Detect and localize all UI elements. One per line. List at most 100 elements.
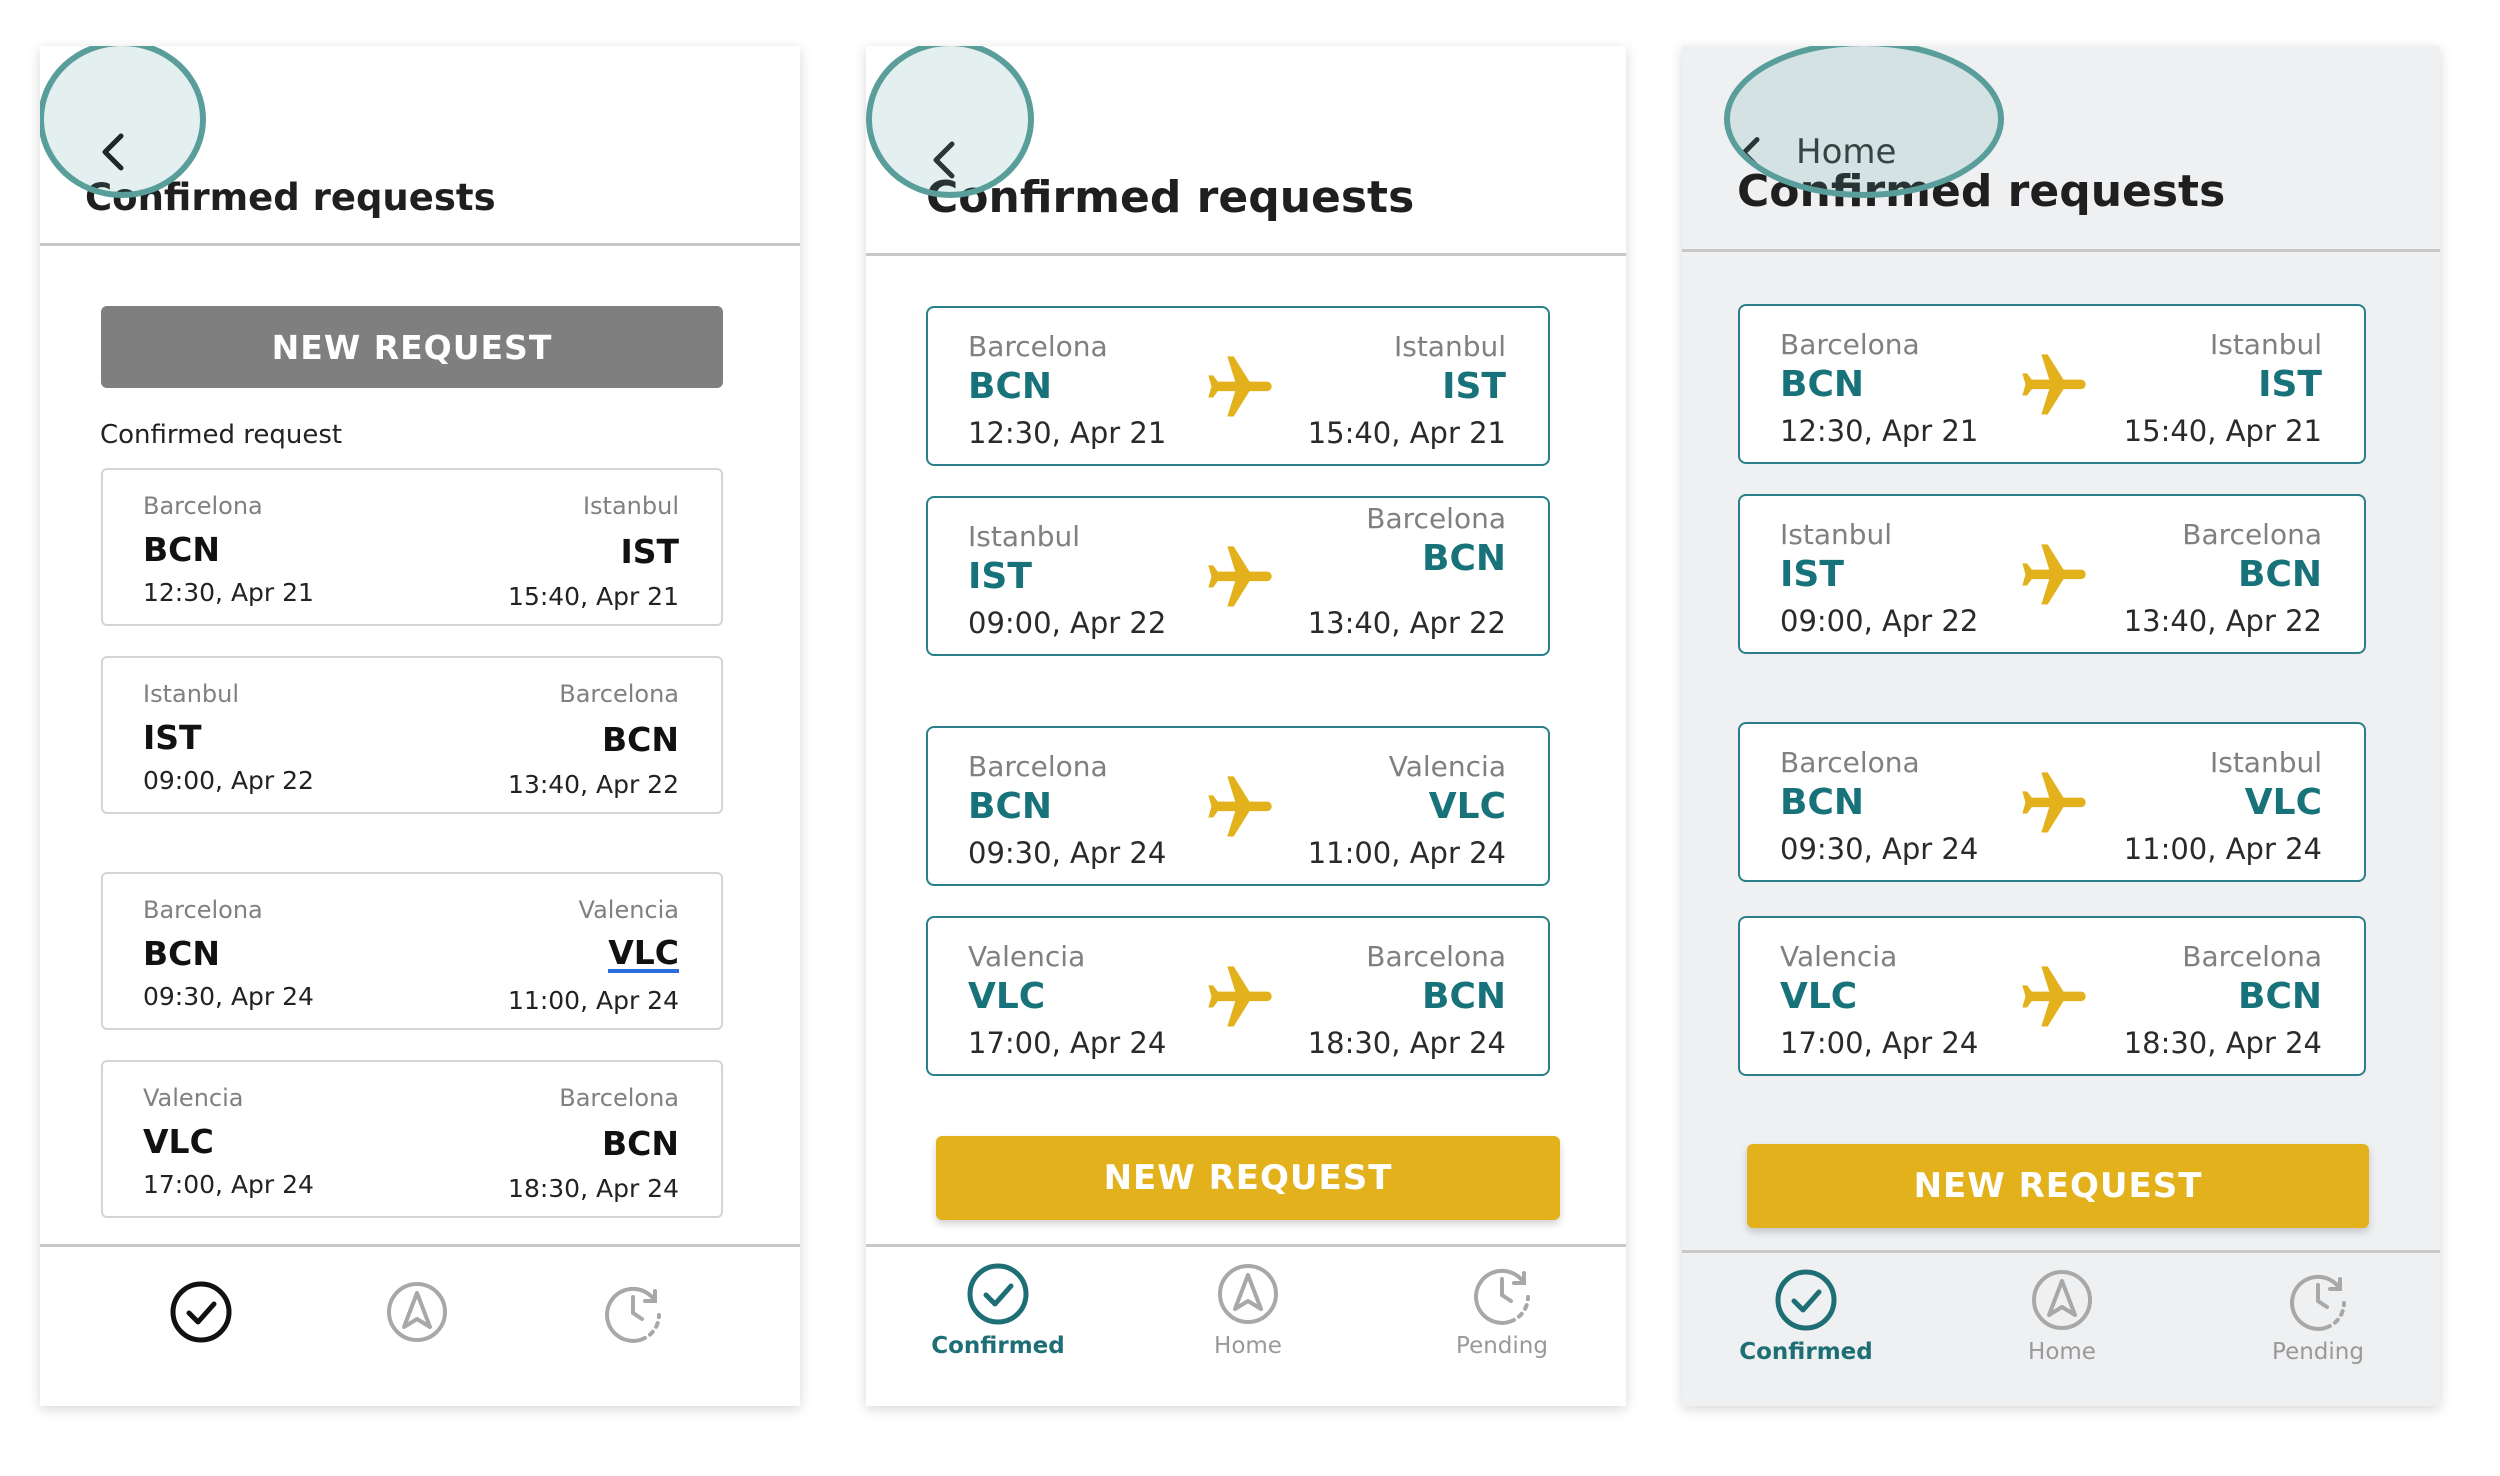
- depart-time: 09:00, Apr 22: [968, 606, 1167, 640]
- tab-home[interactable]: Home: [1148, 1261, 1348, 1359]
- tab-confirmed[interactable]: Confirmed: [898, 1261, 1098, 1359]
- depart-time: 09:30, Apr 24: [968, 836, 1167, 870]
- from-city: Barcelona: [143, 492, 263, 520]
- from-code: BCN: [1780, 364, 1864, 405]
- arrive-time: 18:30, Apr 24: [1307, 1026, 1506, 1060]
- flight-card[interactable]: Valencia VLC 17:00, Apr 24 Barcelona BCN…: [101, 1060, 723, 1218]
- screen-v2: Confirmed requests Barcelona BCN 12:30, …: [866, 46, 1626, 1406]
- depart-time: 09:30, Apr 24: [1780, 832, 1979, 866]
- tab-bar: Confirmed Home Pending: [1682, 1250, 2440, 1406]
- to-city: Barcelona: [2182, 518, 2322, 551]
- to-city: Istanbul: [2209, 328, 2322, 361]
- tab-pending[interactable]: [533, 1279, 733, 1345]
- from-code: VLC: [1780, 976, 1858, 1017]
- arrive-time: 13:40, Apr 22: [2123, 604, 2322, 638]
- new-request-button[interactable]: NEW REQUEST: [936, 1136, 1560, 1220]
- from-code: BCN: [143, 934, 220, 973]
- from-code: IST: [968, 556, 1032, 597]
- compass-icon: [2032, 1270, 2092, 1330]
- depart-time: 09:00, Apr 22: [1780, 604, 1979, 638]
- depart-time: 09:30, Apr 24: [143, 982, 314, 1011]
- screen-v3: Home Confirmed requests Barcelona BCN 12…: [1682, 46, 2440, 1406]
- chevron-left-icon[interactable]: [85, 122, 145, 182]
- tab-pending[interactable]: Pending: [1402, 1261, 1602, 1359]
- check-circle-icon: [1775, 1269, 1837, 1331]
- flight-card[interactable]: Valencia VLC 17:00, Apr 24 Barcelona BCN…: [926, 916, 1550, 1076]
- to-code: IST: [620, 532, 679, 571]
- to-code: BCN: [1422, 538, 1506, 579]
- new-request-button[interactable]: NEW REQUEST: [101, 306, 723, 388]
- arrive-time: 11:00, Apr 24: [1307, 836, 1506, 870]
- to-city: Barcelona: [2182, 940, 2322, 973]
- tab-bar: [40, 1244, 800, 1406]
- depart-time: 17:00, Apr 24: [968, 1026, 1167, 1060]
- tab-home[interactable]: Home: [1962, 1267, 2162, 1365]
- tab-pending-label: Pending: [2272, 1339, 2364, 1365]
- tab-pending-label: Pending: [1456, 1333, 1548, 1359]
- to-code: VLC: [1428, 786, 1506, 827]
- to-city: Barcelona: [559, 1084, 679, 1112]
- app-header: Confirmed requests: [40, 46, 800, 246]
- from-code: IST: [143, 718, 202, 757]
- to-city: Barcelona: [1366, 502, 1506, 535]
- depart-time: 17:00, Apr 24: [1780, 1026, 1979, 1060]
- to-code: BCN: [2238, 976, 2322, 1017]
- from-code: VLC: [143, 1122, 214, 1161]
- to-city: Istanbul: [1393, 330, 1506, 363]
- flight-card[interactable]: Barcelona BCN 12:30, Apr 21 Istanbul IST…: [926, 306, 1550, 466]
- from-city: Barcelona: [143, 896, 263, 924]
- from-city: Barcelona: [1780, 328, 1920, 361]
- check-circle-icon: [170, 1281, 232, 1343]
- page-title: Confirmed requests: [1737, 166, 2226, 217]
- tab-confirmed[interactable]: [101, 1279, 301, 1345]
- to-code: VLC: [608, 933, 679, 973]
- section-label: Confirmed request: [100, 420, 343, 450]
- to-city: Valencia: [578, 896, 679, 924]
- flight-card[interactable]: Barcelona BCN 09:30, Apr 24 Valencia VLC…: [101, 872, 723, 1030]
- tab-home[interactable]: [317, 1279, 517, 1345]
- arrive-time: 18:30, Apr 24: [2123, 1026, 2322, 1060]
- tab-confirmed-label: Confirmed: [1739, 1339, 1873, 1365]
- flight-card[interactable]: Barcelona BCN 09:30, Apr 24 Istanbul VLC…: [1738, 722, 2366, 882]
- depart-time: 12:30, Apr 21: [968, 416, 1167, 450]
- arrive-time: 15:40, Apr 21: [1307, 416, 1506, 450]
- flight-card[interactable]: Valencia VLC 17:00, Apr 24 Barcelona BCN…: [1738, 916, 2366, 1076]
- airplane-icon: [1202, 540, 1278, 616]
- new-request-button[interactable]: NEW REQUEST: [1747, 1144, 2369, 1228]
- to-code: VLC: [2244, 782, 2322, 823]
- from-city: Barcelona: [1780, 746, 1920, 779]
- from-code: BCN: [1780, 782, 1864, 823]
- to-code: BCN: [602, 1124, 679, 1163]
- from-code: VLC: [968, 976, 1046, 1017]
- depart-time: 12:30, Apr 21: [1780, 414, 1979, 448]
- from-city: Barcelona: [968, 330, 1108, 363]
- to-city: Istanbul: [2209, 746, 2322, 779]
- flight-card[interactable]: Istanbul IST 09:00, Apr 22 Barcelona BCN…: [1738, 494, 2366, 654]
- from-city: Istanbul: [968, 520, 1081, 553]
- to-code: IST: [2258, 364, 2322, 405]
- from-code: BCN: [968, 786, 1052, 827]
- clock-refresh-icon: [605, 1286, 661, 1343]
- flight-card[interactable]: Barcelona BCN 12:30, Apr 21 Istanbul IST…: [101, 468, 723, 626]
- from-code: BCN: [968, 366, 1052, 407]
- tab-confirmed[interactable]: Confirmed: [1706, 1267, 1906, 1365]
- clock-refresh-icon: [1474, 1268, 1530, 1325]
- airplane-icon: [1202, 350, 1278, 426]
- flight-card[interactable]: Barcelona BCN 12:30, Apr 21 Istanbul IST…: [1738, 304, 2366, 464]
- arrive-time: 11:00, Apr 24: [508, 986, 679, 1015]
- page-title: Confirmed requests: [85, 176, 496, 219]
- arrive-time: 13:40, Apr 22: [508, 770, 679, 799]
- app-header: Confirmed requests: [866, 46, 1626, 256]
- flight-card[interactable]: Barcelona BCN 09:30, Apr 24 Valencia VLC…: [926, 726, 1550, 886]
- to-code: IST: [1442, 366, 1506, 407]
- tab-pending[interactable]: Pending: [2218, 1267, 2418, 1365]
- compass-icon: [387, 1282, 447, 1342]
- arrive-time: 11:00, Apr 24: [2123, 832, 2322, 866]
- depart-time: 12:30, Apr 21: [143, 578, 314, 607]
- to-code: BCN: [1422, 976, 1506, 1017]
- tab-confirmed-label: Confirmed: [931, 1333, 1065, 1359]
- to-code: BCN: [602, 720, 679, 759]
- airplane-icon: [1202, 770, 1278, 846]
- flight-card[interactable]: Istanbul IST 09:00, Apr 22 Barcelona BCN…: [926, 496, 1550, 656]
- flight-card[interactable]: Istanbul IST 09:00, Apr 22 Barcelona BCN…: [101, 656, 723, 814]
